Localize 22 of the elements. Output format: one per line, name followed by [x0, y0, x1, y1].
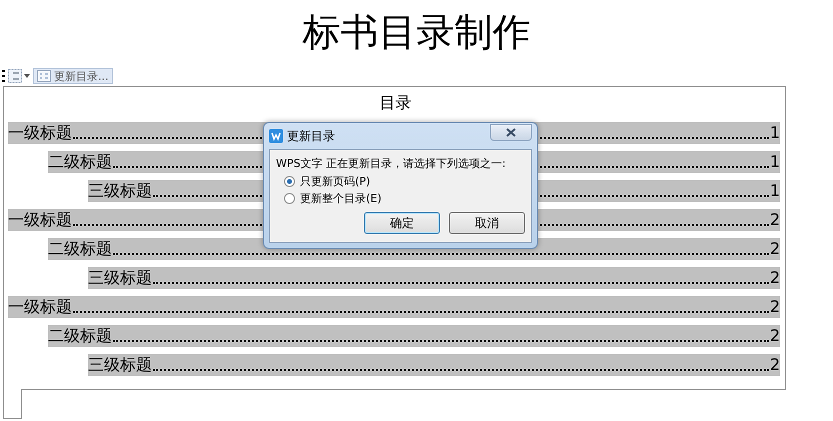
page-number: 1	[770, 151, 780, 173]
page-number: 2	[770, 296, 780, 318]
page-number: 2	[770, 238, 780, 260]
page-number: 2	[770, 209, 780, 231]
page-number: 2	[770, 325, 780, 347]
entry-title: 一级标题	[8, 209, 72, 231]
entry-title: 三级标题	[88, 354, 152, 376]
entry-title: 一级标题	[8, 122, 72, 144]
entry-title: 二级标题	[48, 238, 112, 260]
page-number: 1	[770, 180, 780, 202]
toc-heading: 目录	[378, 93, 412, 114]
page-number: 2	[770, 354, 780, 376]
page-title: 标书目录制作	[302, 9, 532, 56]
entry-title: 一级标题	[8, 296, 72, 318]
entry-title: 二级标题	[48, 325, 112, 347]
entry-title: 二级标题	[48, 151, 112, 173]
dialog-message: WPS文字 正在更新目录，请选择下列选项之一:	[276, 156, 507, 171]
page-number: 1	[770, 122, 780, 144]
entry-title: 三级标题	[88, 180, 152, 202]
dialog-title: 更新目录	[287, 128, 336, 144]
entry-title: 三级标题	[88, 267, 152, 289]
page-number: 2	[770, 267, 780, 289]
